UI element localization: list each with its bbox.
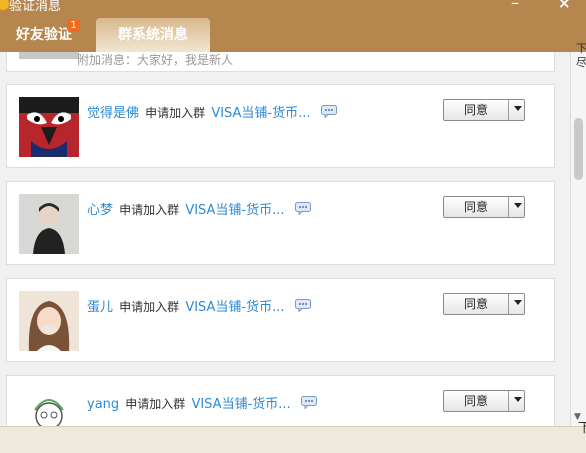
user-name-link[interactable]: 觉得是佛: [87, 106, 139, 121]
list-item: 心梦 申请加入群 VISA当铺-货币... 同意: [6, 181, 555, 265]
group-name-link[interactable]: VISA当铺-货币...: [185, 300, 284, 315]
agree-split-button: 同意: [443, 99, 525, 121]
chat-bubble-icon[interactable]: [294, 299, 311, 313]
divider: [508, 100, 509, 120]
group-name-link[interactable]: VISA当铺-货币...: [185, 203, 284, 218]
avatar[interactable]: [19, 388, 79, 426]
user-name-link[interactable]: yang: [87, 397, 119, 412]
action-text: 申请加入群: [119, 300, 180, 314]
avatar[interactable]: [19, 194, 79, 254]
request-line: yang 申请加入群 VISA当铺-货币...: [87, 393, 317, 412]
avatar: [19, 52, 79, 59]
request-line: 蛋儿 申请加入群 VISA当铺-货币...: [87, 296, 311, 315]
dropdown-arrow-icon[interactable]: [514, 203, 522, 208]
action-text: 申请加入群: [125, 397, 186, 411]
chat-bubble-icon[interactable]: [320, 105, 337, 119]
agree-button[interactable]: 同意: [444, 100, 508, 120]
attach-message: 附加消息：大家好，我是新人: [77, 53, 234, 67]
tab-group-system[interactable]: 群系统消息: [96, 18, 210, 52]
clipped-side-text: 下 尽: [576, 42, 586, 69]
message-list[interactable]: 附加消息：大家好，我是新人 觉得是佛 申请加入群 VISA当铺-货币... 同意…: [0, 52, 570, 426]
list-item: yang 申请加入群 VISA当铺-货币... 同意: [6, 375, 555, 426]
divider: [508, 197, 509, 217]
agree-split-button: 同意: [443, 390, 525, 412]
divider: [508, 294, 509, 314]
action-text: 申请加入群: [119, 203, 180, 217]
avatar[interactable]: [19, 97, 79, 157]
close-button[interactable]: ×: [558, 0, 571, 12]
user-name-link[interactable]: 心梦: [87, 203, 113, 218]
action-text: 申请加入群: [145, 106, 206, 120]
request-line: 觉得是佛 申请加入群 VISA当铺-货币...: [87, 102, 337, 121]
user-name-link[interactable]: 蛋儿: [87, 300, 113, 315]
divider: [508, 391, 509, 411]
vertical-scrollbar[interactable]: ▼: [570, 52, 586, 426]
avatar[interactable]: [19, 291, 79, 351]
agree-split-button: 同意: [443, 196, 525, 218]
chat-bubble-icon[interactable]: [300, 396, 317, 410]
minimize-button[interactable]: –: [511, 0, 519, 12]
dropdown-arrow-icon[interactable]: [514, 397, 522, 402]
status-bar: 下: [0, 421, 586, 453]
agree-button[interactable]: 同意: [444, 197, 508, 217]
agree-split-button: 同意: [443, 293, 525, 315]
request-line: 心梦 申请加入群 VISA当铺-货币...: [87, 199, 311, 218]
list-item: 附加消息：大家好，我是新人: [6, 52, 555, 72]
group-name-link[interactable]: VISA当铺-货币...: [211, 106, 310, 121]
chat-bubble-icon[interactable]: [294, 202, 311, 216]
dropdown-arrow-icon[interactable]: [514, 300, 522, 305]
dropdown-arrow-icon[interactable]: [514, 106, 522, 111]
group-name-link[interactable]: VISA当铺-货币...: [191, 397, 290, 412]
agree-button[interactable]: 同意: [444, 391, 508, 411]
unread-badge: 1: [67, 19, 80, 32]
list-item: 觉得是佛 申请加入群 VISA当铺-货币... 同意: [6, 84, 555, 168]
window-title: 验证消息: [9, 0, 62, 14]
clipped-status-text: 下: [578, 421, 586, 436]
agree-button[interactable]: 同意: [444, 294, 508, 314]
list-item: 蛋儿 申请加入群 VISA当铺-货币... 同意: [6, 278, 555, 362]
title-bar: 验证消息 – × 好友验证 1 群系统消息: [0, 0, 586, 52]
scrollbar-thumb[interactable]: [574, 118, 583, 180]
